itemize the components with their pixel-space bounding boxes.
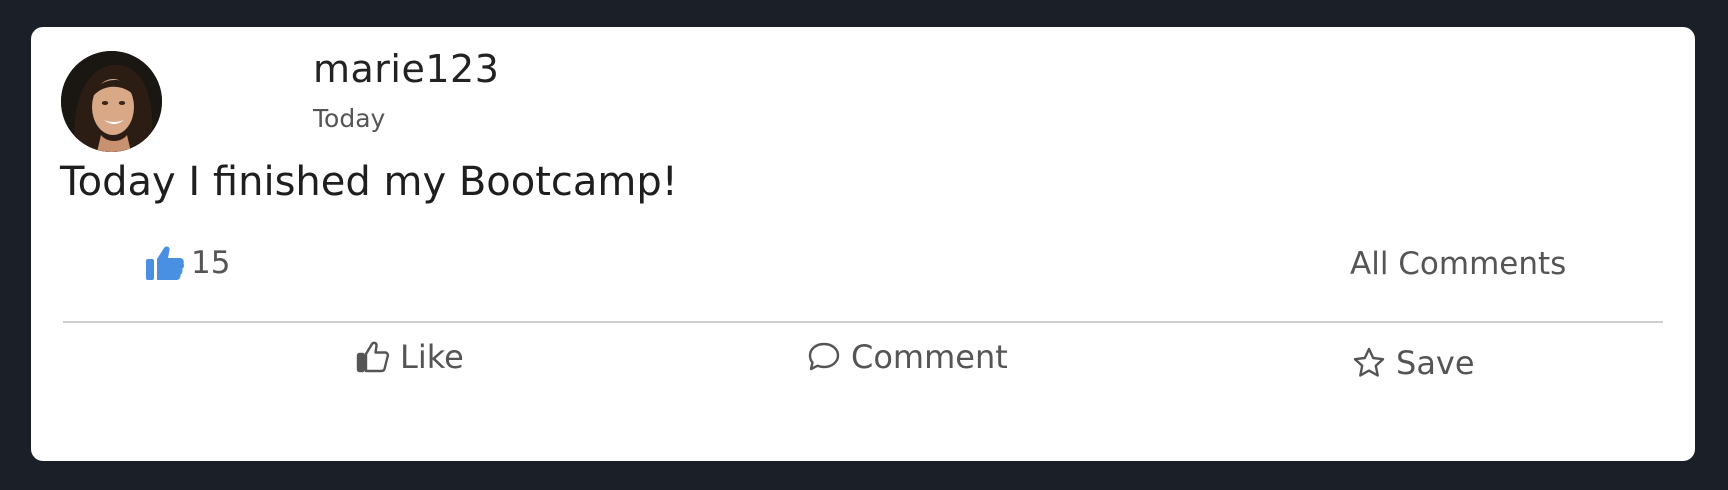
- save-button[interactable]: Save: [1352, 344, 1475, 382]
- divider: [63, 321, 1663, 323]
- speech-bubble-icon: [807, 341, 841, 373]
- all-comments-link[interactable]: All Comments: [1350, 246, 1566, 282]
- like-count: 15: [191, 245, 231, 281]
- post-timestamp: Today: [313, 104, 386, 133]
- save-label: Save: [1396, 344, 1475, 382]
- like-button[interactable]: Like: [356, 338, 464, 376]
- comment-label: Comment: [851, 338, 1008, 376]
- thumbs-up-outline-icon: [356, 340, 390, 374]
- post-card: marie123 Today Today I finished my Bootc…: [31, 27, 1695, 461]
- comment-button[interactable]: Comment: [807, 338, 1008, 376]
- like-summary: 15: [145, 244, 230, 282]
- star-outline-icon: [1352, 346, 1386, 380]
- like-label: Like: [400, 338, 464, 376]
- avatar[interactable]: [61, 51, 162, 152]
- username[interactable]: marie123: [313, 47, 499, 91]
- thumbs-up-filled-icon: [145, 244, 185, 282]
- post-text: Today I finished my Bootcamp!: [60, 159, 678, 205]
